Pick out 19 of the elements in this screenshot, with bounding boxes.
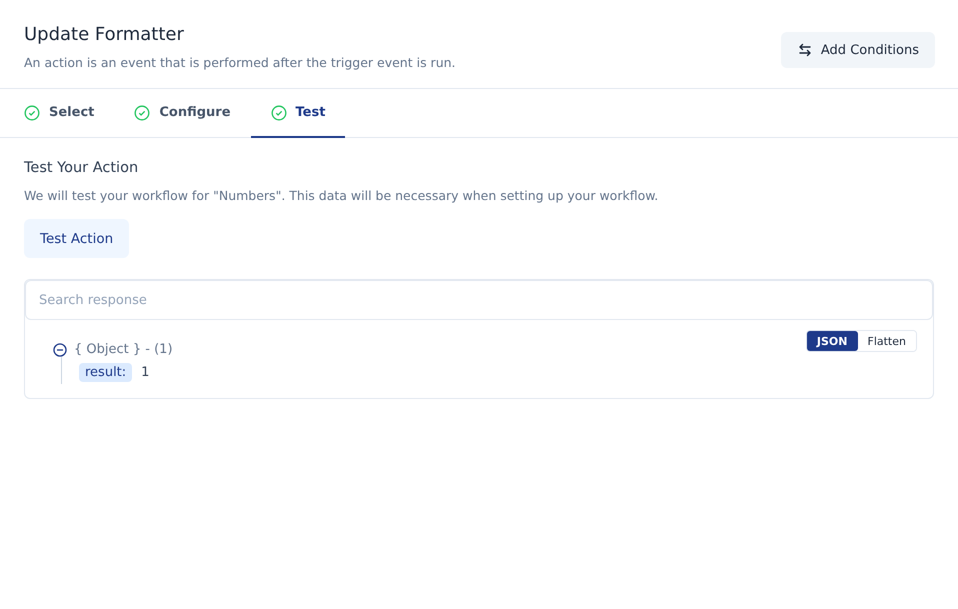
- step-tab[interactable]: Test: [250, 89, 346, 138]
- test-action-button[interactable]: Test Action: [24, 219, 130, 258]
- swap-arrows-icon: [796, 42, 813, 58]
- step-tab[interactable]: Configure: [114, 89, 251, 138]
- view-tab[interactable]: JSON: [806, 331, 858, 351]
- search-field[interactable]: Search response: [25, 280, 933, 320]
- page-title: Update Formatter: [24, 24, 185, 45]
- check-circle-icon: [270, 104, 287, 120]
- section-title: Test Your Action: [24, 160, 140, 176]
- page-subtitle: An action is an event that is performed after the trigger event is run.: [24, 55, 456, 70]
- result-value: 1: [141, 365, 150, 380]
- object-label: { Object } - (1): [74, 342, 173, 357]
- check-circle-icon: [134, 104, 150, 120]
- section-description: We will test your workflow for "Numbers". This data will be necessary when setting up your workflow.: [24, 188, 660, 203]
- result-key: result:: [79, 363, 132, 382]
- add-conditions-button[interactable]: Add Conditions: [780, 32, 935, 68]
- collapse-icon[interactable]: [53, 342, 67, 356]
- step-tab[interactable]: Select: [4, 89, 114, 138]
- check-circle-icon: [24, 104, 40, 120]
